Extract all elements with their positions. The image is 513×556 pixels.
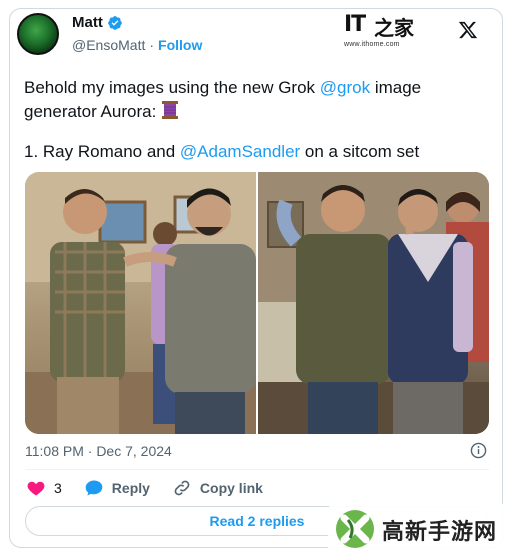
info-icon[interactable] bbox=[470, 442, 487, 459]
chat-bubble-icon bbox=[85, 480, 103, 496]
ithome-logo: IT bbox=[344, 12, 366, 37]
tweet-text-part: on a sitcom set bbox=[300, 142, 420, 161]
ithome-watermark: IT 之家 www.ithome.com bbox=[344, 12, 416, 52]
tweet-text: Behold my images using the new Grok @gro… bbox=[24, 76, 484, 124]
tweet-text-part: 1. Ray Romano and bbox=[24, 142, 180, 161]
copy-link-label: Copy link bbox=[199, 480, 263, 496]
thread-spool-icon bbox=[162, 101, 179, 119]
avatar[interactable] bbox=[17, 13, 59, 55]
tweet-timestamp[interactable]: 11:08 PM · Dec 7, 2024 bbox=[25, 443, 172, 459]
author-name-row: Matt bbox=[72, 14, 123, 31]
link-icon bbox=[174, 480, 190, 496]
separator-dot: · bbox=[149, 37, 155, 53]
gaoxin-text: 高新手游网 bbox=[382, 519, 498, 544]
follow-button[interactable]: Follow bbox=[158, 37, 202, 53]
photo-sitcom-scene-2 bbox=[258, 172, 489, 434]
reply-button[interactable]: Reply bbox=[84, 478, 150, 498]
read-replies-label: Read 2 replies bbox=[209, 513, 305, 529]
divider bbox=[25, 469, 489, 470]
mention-adamsandler-link[interactable]: @AdamSandler bbox=[180, 142, 300, 161]
author-handle-row: @EnsoMatt · Follow bbox=[72, 37, 202, 53]
verified-badge-icon bbox=[107, 15, 122, 30]
gaoxin-watermark: 高新手游网 bbox=[328, 504, 508, 554]
copy-link-button[interactable]: Copy link bbox=[172, 478, 263, 498]
media-grid bbox=[25, 172, 489, 434]
like-button[interactable]: 3 bbox=[26, 478, 62, 498]
mention-grok-link[interactable]: @grok bbox=[320, 78, 370, 97]
gaoxin-logo-icon bbox=[336, 510, 374, 548]
like-count: 3 bbox=[54, 480, 62, 496]
x-logo-icon[interactable] bbox=[458, 20, 478, 40]
author-name[interactable]: Matt bbox=[72, 14, 103, 31]
media-image-1[interactable] bbox=[25, 172, 256, 434]
author-handle[interactable]: @EnsoMatt bbox=[72, 37, 145, 53]
photo-sitcom-scene-1 bbox=[25, 172, 256, 434]
action-bar: 3 Reply Copy link bbox=[26, 478, 285, 498]
reply-label: Reply bbox=[111, 480, 150, 496]
heart-icon bbox=[27, 481, 45, 496]
tweet-list-item: 1. Ray Romano and @AdamSandler on a sitc… bbox=[24, 142, 419, 162]
ithome-cn: 之家 bbox=[374, 18, 414, 40]
media-image-2[interactable] bbox=[258, 172, 489, 434]
ithome-url: www.ithome.com bbox=[344, 41, 400, 48]
tweet-text-part: Behold my images using the new Grok bbox=[24, 78, 320, 97]
